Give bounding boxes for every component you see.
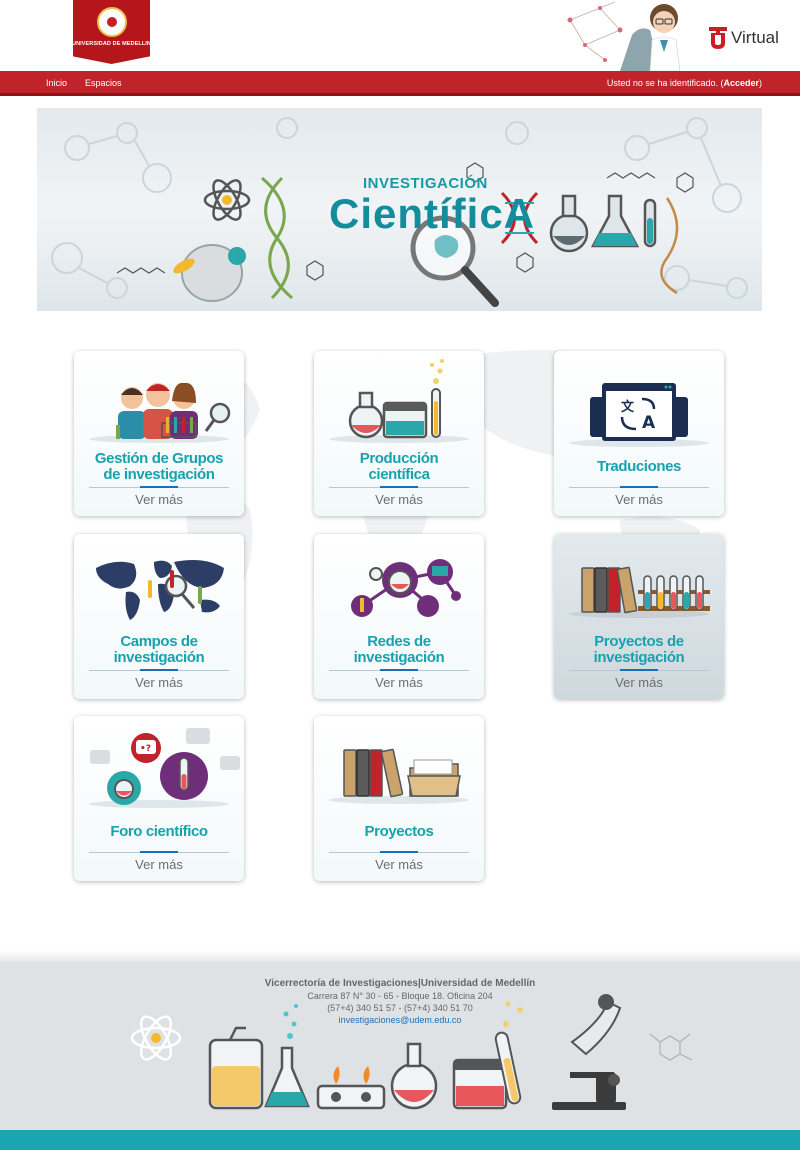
card-divider xyxy=(329,486,469,488)
top-header: UNIVERSIDAD DE MEDELLIN Virtual xyxy=(0,0,800,71)
bottom-strip xyxy=(0,1130,800,1150)
card-title-line1: Foro científico xyxy=(110,823,208,840)
ver-mas-link[interactable]: Ver más xyxy=(314,675,484,690)
card-redes-investigacion[interactable]: Redes de investigación Ver más xyxy=(314,534,484,699)
people-group-icon xyxy=(89,382,231,443)
login-prefix: Usted no se ha identificado. ( xyxy=(606,78,724,88)
udem-logo[interactable]: UNIVERSIDAD DE MEDELLIN xyxy=(73,0,150,64)
card-proyectos-investigacion[interactable]: Proyectos de investigación Ver más xyxy=(554,534,724,699)
card-campos-investigacion[interactable]: Campos de investigación Ver más xyxy=(74,534,244,699)
card-title-line1: Traduciones xyxy=(597,458,681,475)
binders-folder-icon xyxy=(329,748,469,804)
navbar: Inicio Espacios Usted no se ha identific… xyxy=(0,71,800,96)
binders-tubes-icon xyxy=(569,566,710,618)
lab-flasks-icon xyxy=(329,359,469,443)
chat-bubbles-icon: •? xyxy=(89,728,240,808)
card-title: Proyectos xyxy=(320,824,478,840)
card-divider xyxy=(569,669,709,671)
card-title: Gestión de Grupos de investigación xyxy=(80,451,238,483)
footer-email-link[interactable]: investigaciones@udem.edu.co xyxy=(0,1015,800,1025)
card-gestion-grupos[interactable]: Gestión de Grupos de investigación Ver má… xyxy=(74,351,244,516)
footer-address: Carrera 87 N° 30 - 65 - Bloque 18. Ofici… xyxy=(307,991,493,1001)
card-divider xyxy=(89,851,229,853)
card-title-line1: Campos de xyxy=(120,633,198,650)
ver-mas-link[interactable]: Ver más xyxy=(554,492,724,507)
network-icon xyxy=(351,559,461,617)
card-foro-cientifico[interactable]: •? Foro científico Ver más xyxy=(74,716,244,881)
nav-espacios[interactable]: Espacios xyxy=(85,78,122,88)
university-seal-icon xyxy=(96,7,127,37)
card-title-line2: investigación xyxy=(113,649,205,666)
card-title: Foro científico xyxy=(80,824,238,840)
nav-inicio[interactable]: Inicio xyxy=(46,78,67,88)
card-title-line2: de investigación xyxy=(103,466,215,483)
hero-banner: INVESTIGACIÓN CientíficA xyxy=(37,108,762,311)
svg-text:•?: •? xyxy=(140,744,151,754)
card-title: Proyectos de investigación xyxy=(560,634,718,666)
world-map-icon xyxy=(96,560,224,620)
uvirtual-logo[interactable]: Virtual xyxy=(707,24,779,52)
card-proyectos[interactable]: Proyectos Ver más xyxy=(314,716,484,881)
login-status: Usted no se ha identificado. (Acceder) xyxy=(607,78,762,88)
card-grid: Gestión de Grupos de investigación Ver má… xyxy=(0,330,800,910)
card-divider xyxy=(329,669,469,671)
card-divider xyxy=(89,669,229,671)
footer: Vicerrectoría de Investigaciones|Univers… xyxy=(0,962,800,1130)
uvirtual-mark-icon xyxy=(709,27,727,49)
ver-mas-link[interactable]: Ver más xyxy=(314,857,484,872)
footer-title: Vicerrectoría de Investigaciones|Univers… xyxy=(264,978,536,989)
card-traduciones[interactable]: 文 A Traduciones Ver más xyxy=(554,351,724,516)
login-link[interactable]: Acceder xyxy=(723,78,759,88)
card-divider xyxy=(329,851,469,853)
svg-text:A: A xyxy=(642,413,656,433)
card-title: Producción científica xyxy=(320,451,478,483)
card-divider xyxy=(569,486,709,488)
ver-mas-link[interactable]: Ver más xyxy=(74,675,244,690)
scientist-illustration-icon xyxy=(567,1,681,71)
svg-text:文: 文 xyxy=(621,399,635,415)
ver-mas-link[interactable]: Ver más xyxy=(314,492,484,507)
card-title-line1: Producción xyxy=(359,450,439,467)
card-title: Campos de investigación xyxy=(80,634,238,666)
card-produccion-cientifica[interactable]: Producción científica Ver más xyxy=(314,351,484,516)
card-divider xyxy=(89,486,229,488)
translate-icon: 文 A xyxy=(569,383,709,447)
ver-mas-link[interactable]: Ver más xyxy=(74,857,244,872)
banner-title-line2: CientíficA xyxy=(329,190,536,237)
card-title-line2: científica xyxy=(368,466,430,483)
card-title: Redes de investigación xyxy=(320,634,478,666)
card-title-line2: investigación xyxy=(353,649,445,666)
card-title-line1: Proyectos de xyxy=(594,633,684,650)
card-title-line1: Redes de xyxy=(367,633,431,650)
ver-mas-link[interactable]: Ver más xyxy=(74,492,244,507)
card-title: Traduciones xyxy=(560,459,718,475)
card-title-line1: Proyectos xyxy=(364,823,434,840)
ver-mas-link[interactable]: Ver más xyxy=(554,675,724,690)
login-suffix: ) xyxy=(759,78,762,88)
card-title-line2: investigación xyxy=(593,649,685,666)
footer-phone: (57+4) 340 51 57 - (57+4) 340 51 70 xyxy=(327,1003,473,1013)
logo-text: UNIVERSIDAD DE MEDELLIN xyxy=(72,41,151,47)
card-title-line1: Gestión de Grupos xyxy=(94,450,224,467)
uvirtual-text: Virtual xyxy=(731,28,779,47)
